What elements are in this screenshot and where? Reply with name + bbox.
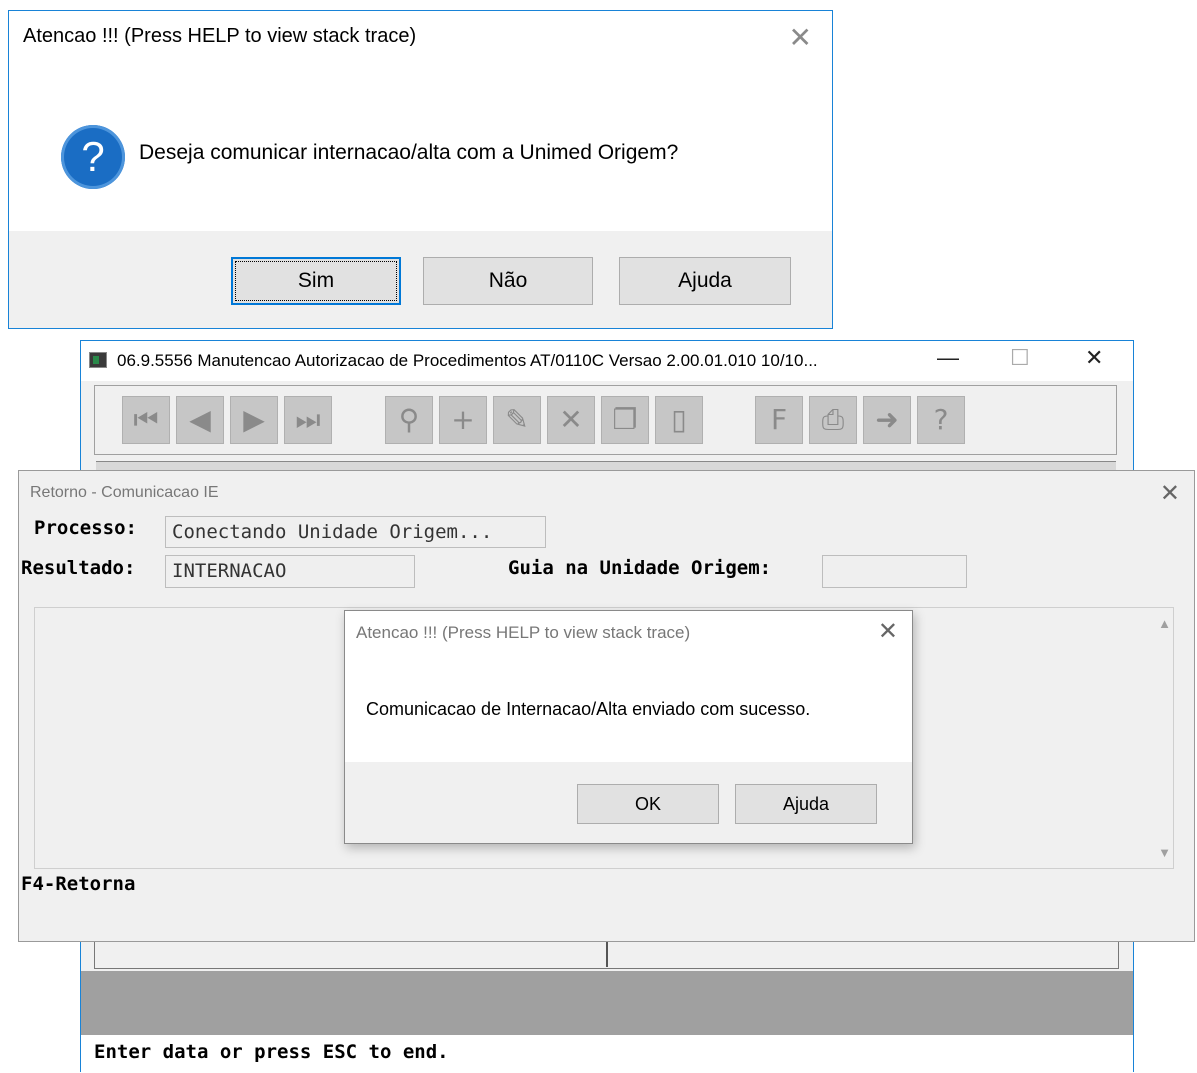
guia-field[interactable] [822, 555, 967, 588]
success-dialog: Atencao !!! (Press HELP to view stack tr… [344, 610, 913, 844]
exit-door-icon[interactable]: ▯ [655, 396, 703, 444]
question-dialog-close-button[interactable]: ✕ [789, 21, 812, 54]
add-icon[interactable]: + [439, 396, 487, 444]
processo-field[interactable]: Conectando Unidade Origem... [165, 516, 546, 548]
resultado-label: Resultado: [21, 557, 136, 579]
guia-label: Guia na Unidade Origem: [508, 557, 772, 579]
no-button[interactable]: Não [423, 257, 593, 305]
scroll-down-icon[interactable]: ▼ [1156, 845, 1173, 860]
status-text: Enter data or press ESC to end. [94, 1041, 449, 1063]
close-main-button[interactable]: ✕ [1085, 345, 1103, 371]
question-dialog: Atencao !!! (Press HELP to view stack tr… [8, 10, 833, 329]
panel-divider [606, 941, 608, 967]
last-record-icon[interactable]: ⏭ [284, 396, 332, 444]
bottom-panel [94, 941, 1119, 969]
first-record-icon[interactable]: ⏮ [122, 396, 170, 444]
success-message: Comunicacao de Internacao/Alta enviado c… [366, 699, 811, 719]
success-dialog-title: Atencao !!! (Press HELP to view stack tr… [356, 623, 691, 642]
question-dialog-title: Atencao !!! (Press HELP to view stack tr… [23, 25, 417, 47]
edit-icon[interactable]: ✎ [493, 396, 541, 444]
next-record-icon[interactable]: ▶ [230, 396, 278, 444]
main-window-title: 06.9.5556 Manutencao Autorizacao de Proc… [117, 351, 818, 370]
maximize-button[interactable]: ☐ [1010, 345, 1030, 371]
main-titlebar[interactable]: 06.9.5556 Manutencao Autorizacao de Proc… [81, 341, 1133, 381]
search-icon[interactable]: ⚲ [385, 396, 433, 444]
ok-button[interactable]: OK [577, 784, 719, 824]
filter-icon[interactable]: F [755, 396, 803, 444]
processo-label: Processo: [34, 517, 137, 539]
return-icon[interactable]: ➜ [863, 396, 911, 444]
copy-icon[interactable]: ❐ [601, 396, 649, 444]
yes-button[interactable]: Sim [231, 257, 401, 305]
resultado-field[interactable]: INTERNACAO [165, 555, 415, 588]
help-button[interactable]: Ajuda [619, 257, 791, 305]
gray-band [81, 971, 1133, 1035]
previous-record-icon[interactable]: ◀ [176, 396, 224, 444]
question-icon: ? [61, 125, 125, 189]
scroll-up-icon[interactable]: ▲ [1156, 616, 1173, 631]
retorno-title: Retorno - Comunicacao IE [30, 484, 219, 501]
print-icon[interactable]: ⎙ [809, 396, 857, 444]
toolbar: ⏮ ◀ ▶ ⏭ ⚲ + ✎ ✕ ❐ ▯ F ⎙ ➜ ? [94, 385, 1117, 455]
f4-hint: F4-Retorna [21, 873, 136, 895]
success-dialog-close-button[interactable]: ✕ [878, 617, 898, 646]
delete-icon[interactable]: ✕ [547, 396, 595, 444]
app-icon [89, 352, 107, 368]
minimize-button[interactable]: — [937, 345, 959, 371]
success-dialog-footer: OK Ajuda [345, 762, 912, 843]
retorno-close-button[interactable]: ✕ [1160, 479, 1180, 508]
question-message: Deseja comunicar internacao/alta com a U… [139, 141, 679, 164]
help-icon[interactable]: ? [917, 396, 965, 444]
help-button[interactable]: Ajuda [735, 784, 877, 824]
status-line: Enter data or press ESC to end. [81, 1035, 1133, 1073]
question-dialog-footer: Sim Não Ajuda [9, 231, 832, 328]
vertical-scrollbar[interactable]: ▲ ▼ [1156, 608, 1173, 868]
